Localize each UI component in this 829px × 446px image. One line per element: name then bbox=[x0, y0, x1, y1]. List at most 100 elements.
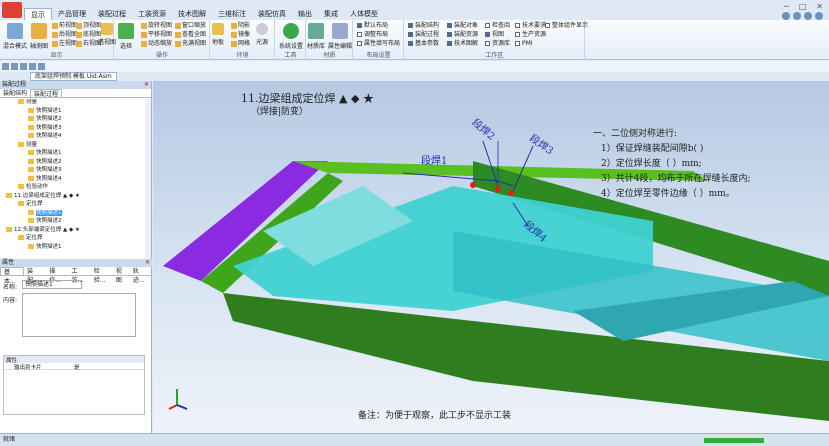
window-zoom-button[interactable]: 窗口缩放 bbox=[175, 22, 206, 30]
tree-node[interactable]: 快照描述1 bbox=[28, 150, 62, 157]
material-lib-button[interactable]: 材质库 bbox=[303, 23, 329, 50]
axis-view-button[interactable]: 轴测图 bbox=[24, 23, 54, 50]
ribbon-tab-1[interactable]: 产品管理 bbox=[52, 8, 92, 20]
view-all-button[interactable]: 查看全图 bbox=[175, 31, 206, 39]
ribbon-tab-8[interactable]: 集成 bbox=[318, 8, 344, 20]
close-icon[interactable]: ✕ bbox=[145, 259, 150, 267]
grid-row: 输出到卡片 是 bbox=[4, 363, 144, 371]
ws-check-12[interactable]: PMI bbox=[515, 40, 533, 48]
ws-check-0[interactable]: 装配结构 bbox=[408, 22, 439, 30]
tree-node[interactable]: 快照描述4 bbox=[28, 175, 62, 183]
ws-check-7[interactable]: 视图 bbox=[485, 31, 504, 39]
tree-scrollbar[interactable] bbox=[145, 99, 151, 259]
new-icon[interactable] bbox=[2, 63, 9, 70]
property-edit-button[interactable]: 属性编辑 bbox=[327, 23, 353, 50]
tab-structure[interactable]: 装配结构 bbox=[0, 89, 30, 97]
tree-node[interactable]: 快照描述3 bbox=[28, 167, 62, 174]
ribbon-tab-0[interactable]: 显示 bbox=[24, 8, 52, 20]
grid-button[interactable]: 网格 bbox=[231, 40, 250, 48]
ribbon-tab-3[interactable]: 工装资源 bbox=[132, 8, 172, 20]
fill-view-button[interactable]: 充满视图 bbox=[175, 40, 206, 48]
dynamic-zoom-button[interactable]: 动态缩放 bbox=[141, 40, 172, 48]
tree-node-label: 快照描述1 bbox=[36, 107, 62, 114]
prop-tab-0[interactable]: 基本... bbox=[0, 267, 25, 285]
content-field[interactable] bbox=[22, 293, 136, 337]
settings-icon[interactable] bbox=[815, 12, 823, 20]
ribbon-tab-9[interactable]: 人体模型 bbox=[344, 8, 384, 20]
ribbon-tab-2[interactable]: 装配过程 bbox=[92, 8, 132, 20]
left-view-button[interactable]: 左视图 bbox=[52, 40, 77, 48]
tree-node-label: 测量 bbox=[26, 141, 38, 148]
save-icon[interactable] bbox=[20, 63, 27, 70]
redo-icon[interactable] bbox=[38, 63, 45, 70]
tree-node[interactable]: 检验动作 bbox=[18, 184, 48, 191]
system-settings-button[interactable]: 系统设置 bbox=[276, 23, 306, 50]
tree-node-label: 11.边梁组成定位焊 ▲ ◆ ★ bbox=[14, 192, 80, 199]
property-layout-check[interactable]: 属性填写布局 bbox=[357, 40, 400, 48]
tree-node[interactable]: 快照描述1 bbox=[28, 107, 62, 115]
adjust-layout-check[interactable]: 调整布局 bbox=[357, 31, 388, 39]
tree-node[interactable]: 测量 bbox=[18, 141, 38, 149]
back-view-button[interactable]: 后视图 bbox=[52, 31, 77, 39]
prop-tab-2[interactable]: 操作... bbox=[46, 267, 68, 284]
tree-node[interactable]: 定位焊 bbox=[18, 201, 43, 208]
tree-node[interactable]: 快照描述4 bbox=[28, 133, 62, 140]
grid-value[interactable]: 是 bbox=[74, 363, 80, 371]
tree-node[interactable]: 快照描述2 bbox=[28, 218, 62, 225]
ws-check-4[interactable]: 整体组件显示 bbox=[545, 22, 588, 30]
name-field[interactable]: 快照描述1 bbox=[22, 280, 82, 289]
front-view-button[interactable]: 前视图 bbox=[52, 22, 77, 30]
ribbon-tab-6[interactable]: 装配仿真 bbox=[252, 8, 292, 20]
tree-node[interactable]: 测量 bbox=[18, 99, 37, 106]
tree-node[interactable]: 快照描述2 bbox=[28, 158, 62, 166]
help-icon[interactable] bbox=[804, 12, 812, 20]
ws-check-11[interactable]: 资源库 bbox=[485, 40, 510, 48]
tree-node[interactable]: 12.头部端梁定位焊 ▲ ◆ ★ bbox=[6, 226, 80, 234]
folder-icon bbox=[28, 124, 34, 130]
app-logo[interactable] bbox=[2, 2, 22, 18]
shadow-button[interactable]: 阴影 bbox=[231, 22, 250, 30]
prop-tab-6[interactable]: 轨迹... bbox=[130, 267, 152, 284]
ribbon-tab-5[interactable]: 三维标注 bbox=[212, 8, 252, 20]
select-button[interactable]: 选择 bbox=[111, 23, 141, 50]
close-icon[interactable]: ✕ bbox=[816, 2, 823, 11]
maximize-icon[interactable]: □ bbox=[799, 2, 807, 11]
note-line: 3）共计4段，均布于所在焊缝长度内; bbox=[601, 174, 751, 184]
window-controls: ─ □ ✕ bbox=[784, 2, 823, 11]
prop-tab-1[interactable]: 装配... bbox=[24, 267, 46, 284]
tree-node[interactable]: 快照描述1 bbox=[28, 243, 62, 251]
pan-view-button[interactable]: 平移视图 bbox=[141, 31, 172, 39]
ws-check-10[interactable]: 技术图解 bbox=[447, 40, 478, 48]
ws-check-5[interactable]: 装配过程 bbox=[408, 31, 439, 39]
close-icon[interactable]: ✕ bbox=[144, 81, 149, 89]
3d-viewport[interactable]: 11.边梁组成定位焊 ▲ ◆ ★ （焊接|防变） 一、二位侧对称进行: 1）保证焊… bbox=[153, 81, 829, 433]
ws-check-8[interactable]: 生产资源 bbox=[515, 31, 546, 39]
undo-icon[interactable] bbox=[782, 12, 790, 20]
ws-check-9[interactable]: 基本参数 bbox=[408, 40, 439, 48]
open-icon[interactable] bbox=[11, 63, 18, 70]
undo-icon[interactable] bbox=[29, 63, 36, 70]
minimize-icon[interactable]: ─ bbox=[784, 2, 789, 11]
tree-node[interactable]: 快照描述3 bbox=[28, 124, 62, 132]
light-button[interactable]: 光源 bbox=[251, 23, 273, 46]
tree-node[interactable]: 定位焊 bbox=[18, 235, 43, 242]
ribbon-tab-4[interactable]: 技术图解 bbox=[172, 8, 212, 20]
floor-button[interactable]: 地板 bbox=[207, 23, 229, 46]
ws-check-1[interactable]: 装配对象 bbox=[447, 22, 478, 30]
ws-check-2[interactable]: 检查阅 bbox=[485, 22, 510, 30]
redo-icon[interactable] bbox=[793, 12, 801, 20]
default-layout-check[interactable]: 默认布局 bbox=[357, 22, 388, 30]
tree-node[interactable]: 快照描述1 bbox=[28, 209, 62, 217]
prop-tab-4[interactable]: 检验... bbox=[91, 267, 113, 284]
mirror-button[interactable]: 镜像 bbox=[231, 31, 250, 39]
ws-check-6[interactable]: 装配资源 bbox=[447, 31, 478, 39]
ribbon-tab-7[interactable]: 输出 bbox=[292, 8, 318, 20]
prop-tab-5[interactable]: 视图 bbox=[113, 267, 130, 284]
tab-process[interactable]: 装配过程 bbox=[30, 89, 63, 98]
tree-node[interactable]: 11.边梁组成定位焊 ▲ ◆ ★ bbox=[6, 192, 80, 200]
prop-tab-3[interactable]: 工装... bbox=[69, 267, 91, 284]
rotate-view-button[interactable]: 旋转视图 bbox=[141, 22, 172, 30]
document-tab[interactable]: 底架组焊预制.模板.Uid.Asm bbox=[30, 72, 117, 81]
tree-node[interactable]: 快照描述2 bbox=[28, 116, 62, 123]
ws-check-3[interactable]: 技术要求 bbox=[515, 22, 546, 30]
